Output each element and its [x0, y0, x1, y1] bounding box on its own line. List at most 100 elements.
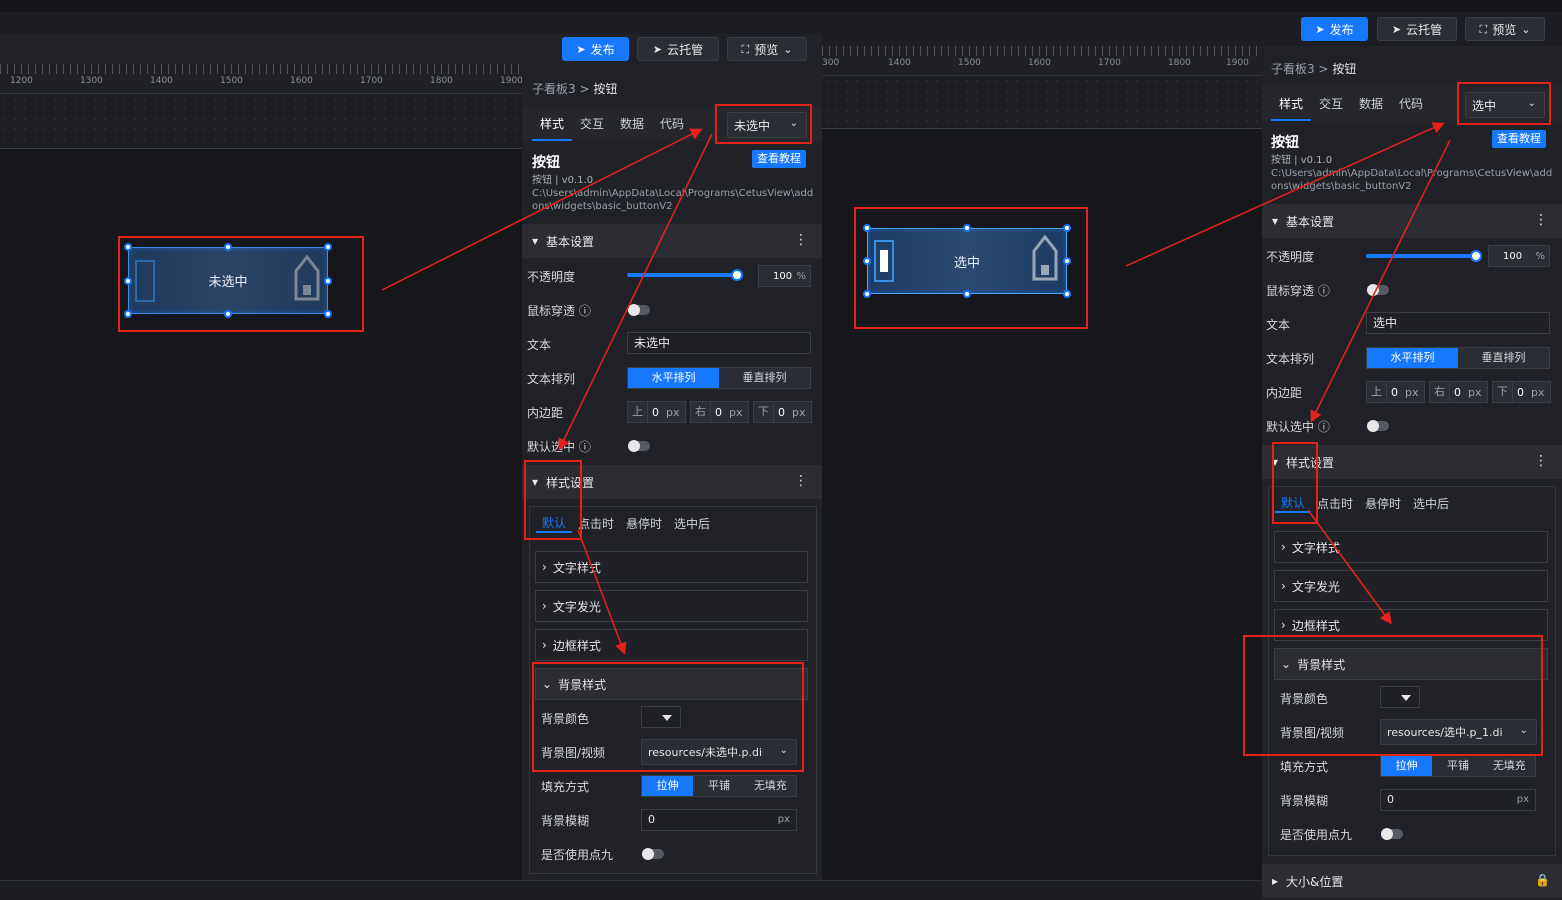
publish-button[interactable]: ➤ 发布	[562, 37, 629, 61]
default-selected-toggle[interactable]	[1367, 420, 1389, 432]
cloud-host-button-right[interactable]: ➤ 云托管	[1377, 17, 1457, 41]
ruler-left: 1200 1300 1400 1500 1600 1700 1800 1900	[0, 64, 522, 94]
caret-down-icon: ▾	[532, 234, 539, 248]
basic-settings-header-right[interactable]: ▾ 基本设置 ⋮	[1262, 204, 1562, 238]
opacity-slider[interactable]	[627, 273, 737, 277]
nine-patch-toggle[interactable]	[1381, 828, 1403, 840]
canvas-top-area-right	[822, 76, 1262, 128]
fill-mode-segment: 拉伸 平铺 无填充	[641, 775, 797, 797]
window-top-strip	[0, 0, 1562, 12]
mouse-through-label: 鼠标穿透 ⓘ	[527, 304, 591, 318]
tab-code[interactable]: 代码	[652, 107, 692, 141]
state-tab-hover[interactable]: 悬停时	[620, 515, 668, 532]
caret-right-icon: ▸	[1272, 874, 1279, 888]
tab-data[interactable]: 数据	[612, 107, 652, 141]
widget-title: 按钮	[532, 155, 560, 171]
layout-horizontal-option[interactable]: 水平排列	[1367, 348, 1458, 368]
text-input[interactable]: 选中	[1366, 312, 1550, 334]
widget-path: C:\Users\admin\AppData\Local\Programs\Ce…	[532, 188, 814, 212]
chevron-right-icon: ›	[1281, 540, 1286, 554]
send-icon: ➤	[652, 42, 663, 56]
opacity-input[interactable]: 100%	[758, 265, 811, 287]
text-glow-accordion[interactable]: › 文字发光	[535, 590, 808, 622]
breadcrumb: 子看板3 > 按钮	[532, 82, 618, 96]
state-tab-click[interactable]: 点击时	[1311, 495, 1359, 512]
mouse-through-toggle[interactable]	[1367, 284, 1389, 296]
padding-right-input[interactable]: 右 0 px	[690, 401, 749, 423]
annotation-box	[1457, 82, 1551, 125]
more-icon[interactable]: ⋮	[794, 232, 808, 248]
lock-icon[interactable]: 🔒	[1535, 873, 1550, 887]
fill-stretch-option[interactable]: 拉伸	[642, 776, 694, 796]
tab-code[interactable]: 代码	[1391, 87, 1431, 121]
tab-style[interactable]: 样式	[1271, 87, 1312, 121]
tab-style[interactable]: 样式	[532, 107, 573, 141]
opacity-input[interactable]: 100%	[1488, 245, 1550, 267]
padding-top-input[interactable]: 上 0 px	[627, 401, 686, 423]
bg-blur-input[interactable]: 0 px	[1380, 789, 1536, 811]
fullscreen-icon: ⛶	[1479, 22, 1488, 36]
layout-horizontal-option[interactable]: 水平排列	[628, 368, 719, 388]
annotation-box	[532, 662, 804, 772]
padding-bottom-input[interactable]: 下 0 px	[753, 401, 812, 423]
more-icon[interactable]: ⋮	[1534, 453, 1548, 469]
publish-button-right[interactable]: ➤ 发布	[1301, 17, 1368, 41]
bg-blur-input[interactable]: 0 px	[641, 809, 797, 831]
padding-right-input[interactable]: 右 0 px	[1429, 381, 1488, 403]
cloud-host-button[interactable]: ➤ 云托管	[637, 37, 719, 61]
nine-patch-label: 是否使用点九	[1280, 828, 1353, 842]
send-icon: ➤	[576, 42, 586, 56]
fill-none-option[interactable]: 无填充	[744, 776, 796, 796]
layout-vertical-option[interactable]: 垂直排列	[1458, 348, 1549, 368]
annotation-box	[1272, 442, 1318, 524]
default-selected-label: 默认选中 ⓘ	[527, 440, 591, 454]
chevron-right-icon: ›	[1281, 618, 1286, 632]
opacity-slider[interactable]	[1366, 254, 1476, 258]
state-tab-selected[interactable]: 选中后	[1407, 495, 1455, 512]
chevron-right-icon: ›	[1281, 579, 1286, 593]
opacity-slider-knob[interactable]	[731, 269, 743, 281]
more-icon[interactable]: ⋮	[1534, 212, 1548, 228]
text-glow-accordion[interactable]: › 文字发光	[1274, 570, 1548, 602]
text-style-accordion[interactable]: › 文字样式	[1274, 531, 1548, 563]
help-icon: ⓘ	[578, 304, 591, 318]
canvas-top-area	[0, 94, 522, 148]
more-icon[interactable]: ⋮	[794, 473, 808, 489]
widget-version-right: 按钮 | v0.1.0	[1271, 155, 1333, 166]
ruler-right: 300 1400 1500 1600 1700 1800 1900	[822, 46, 1262, 76]
tab-interaction[interactable]: 交互	[572, 107, 612, 141]
mouse-through-toggle[interactable]	[628, 304, 650, 316]
layout-vertical-option[interactable]: 垂直排列	[719, 368, 810, 388]
tab-interaction[interactable]: 交互	[1311, 87, 1351, 121]
tutorial-button-right[interactable]: 查看教程	[1492, 130, 1546, 148]
nine-patch-label: 是否使用点九	[541, 848, 614, 862]
padding-top-input[interactable]: 上 0 px	[1366, 381, 1425, 403]
breadcrumb-right: 子看板3 > 按钮	[1271, 62, 1357, 76]
default-selected-toggle[interactable]	[628, 440, 650, 452]
annotation-box	[1243, 635, 1543, 756]
mouse-through-label: 鼠标穿透 ⓘ	[1266, 284, 1330, 298]
basic-settings-header[interactable]: ▾ 基本设置 ⋮	[522, 224, 822, 258]
fill-tile-option[interactable]: 平铺	[1432, 756, 1484, 776]
opacity-slider-knob[interactable]	[1470, 250, 1482, 262]
preview-button-right[interactable]: ⛶ 预览 ⌄	[1465, 17, 1545, 41]
text-layout-segment: 水平排列 垂直排列	[627, 367, 811, 389]
help-icon: ⓘ	[1317, 420, 1330, 434]
state-tab-selected[interactable]: 选中后	[668, 515, 716, 532]
opacity-label: 不透明度	[1266, 250, 1315, 264]
preview-button[interactable]: ⛶ 预览 ⌄	[727, 37, 807, 61]
tab-data[interactable]: 数据	[1351, 87, 1391, 121]
text-input[interactable]: 未选中	[627, 332, 811, 354]
annotation-box	[524, 460, 582, 540]
text-style-accordion[interactable]: › 文字样式	[535, 551, 808, 583]
fill-tile-option[interactable]: 平铺	[693, 776, 745, 796]
fill-mode-label: 填充方式	[541, 780, 590, 794]
size-position-header[interactable]: ▸ 大小&位置 🔒	[1262, 864, 1562, 898]
state-tab-hover[interactable]: 悬停时	[1359, 495, 1407, 512]
fill-stretch-option[interactable]: 拉伸	[1381, 756, 1433, 776]
border-style-accordion[interactable]: › 边框样式	[535, 629, 808, 661]
fill-none-option[interactable]: 无填充	[1483, 756, 1535, 776]
nine-patch-toggle[interactable]	[642, 848, 664, 860]
tutorial-button[interactable]: 查看教程	[752, 150, 806, 168]
padding-bottom-input[interactable]: 下 0 px	[1492, 381, 1551, 403]
